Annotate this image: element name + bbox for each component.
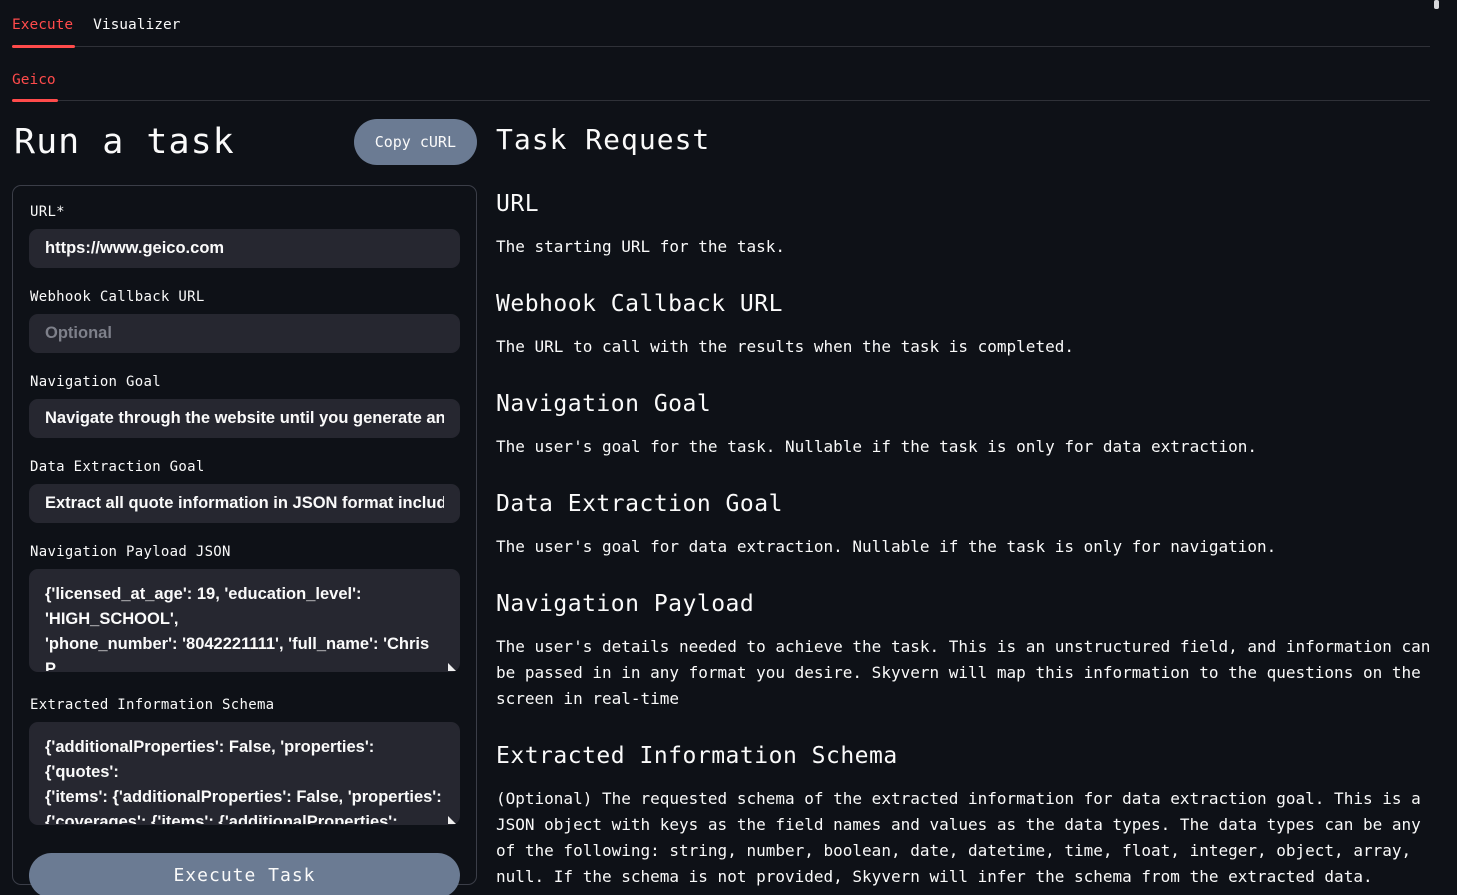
run-task-panel: Run a task Copy cURL URL* Webhook Callba…: [12, 115, 477, 890]
field-extracted-schema: Extracted Information Schema {'additiona…: [29, 697, 460, 829]
doc-body-webhook: The URL to call with the results when th…: [496, 334, 1445, 360]
tab-execute[interactable]: Execute: [12, 10, 75, 46]
page-title: Run a task: [12, 122, 235, 162]
tab-geico[interactable]: Geico: [12, 65, 58, 101]
doc-heading-navigation-payload: Navigation Payload: [496, 591, 1445, 617]
doc-body-extracted-schema: (Optional) The requested schema of the e…: [496, 786, 1445, 890]
task-request-docs: Task Request URL The starting URL for th…: [493, 115, 1445, 890]
webhook-input[interactable]: [29, 314, 460, 353]
extracted-schema-textarea[interactable]: {'additionalProperties': False, 'propert…: [29, 722, 460, 825]
navigation-payload-textarea[interactable]: {'licensed_at_age': 19, 'education_level…: [29, 569, 460, 672]
primary-tab-bar: Execute Visualizer: [12, 0, 1430, 47]
secondary-tab-bar: Geico: [12, 47, 1430, 102]
data-extraction-goal-input[interactable]: [29, 484, 460, 523]
field-url: URL*: [29, 204, 460, 268]
doc-heading-webhook: Webhook Callback URL: [496, 291, 1445, 317]
webhook-label: Webhook Callback URL: [30, 289, 460, 305]
field-navigation-payload: Navigation Payload JSON {'licensed_at_ag…: [29, 544, 460, 676]
field-navigation-goal: Navigation Goal: [29, 374, 460, 438]
resize-handle-icon[interactable]: [448, 663, 456, 671]
doc-heading-data-extraction-goal: Data Extraction Goal: [496, 491, 1445, 517]
doc-body-navigation-goal: The user's goal for the task. Nullable i…: [496, 434, 1445, 460]
url-input[interactable]: [29, 229, 460, 268]
extracted-schema-label: Extracted Information Schema: [30, 697, 460, 713]
tab-visualizer[interactable]: Visualizer: [93, 10, 182, 46]
docs-title: Task Request: [496, 115, 1445, 160]
copy-curl-button[interactable]: Copy cURL: [354, 119, 477, 165]
field-data-extraction-goal: Data Extraction Goal: [29, 459, 460, 523]
data-extraction-goal-label: Data Extraction Goal: [30, 459, 460, 475]
doc-body-url: The starting URL for the task.: [496, 234, 1445, 260]
execute-task-button[interactable]: Execute Task: [29, 853, 460, 895]
resize-handle-icon[interactable]: [448, 816, 456, 824]
navigation-payload-label: Navigation Payload JSON: [30, 544, 460, 560]
field-webhook: Webhook Callback URL: [29, 289, 460, 353]
doc-heading-url: URL: [496, 191, 1445, 217]
doc-heading-navigation-goal: Navigation Goal: [496, 391, 1445, 417]
navigation-goal-input[interactable]: [29, 399, 460, 438]
task-form-card: URL* Webhook Callback URL Navigation Goa…: [12, 185, 477, 885]
scrollbar-thumb[interactable]: [1434, 0, 1439, 9]
doc-body-data-extraction-goal: The user's goal for data extraction. Nul…: [496, 534, 1445, 560]
run-task-header: Run a task Copy cURL: [12, 115, 477, 185]
navigation-goal-label: Navigation Goal: [30, 374, 460, 390]
doc-body-navigation-payload: The user's details needed to achieve the…: [496, 634, 1445, 712]
url-label: URL*: [30, 204, 460, 220]
doc-heading-extracted-schema: Extracted Information Schema: [496, 743, 1445, 769]
main-content: Run a task Copy cURL URL* Webhook Callba…: [0, 101, 1457, 890]
